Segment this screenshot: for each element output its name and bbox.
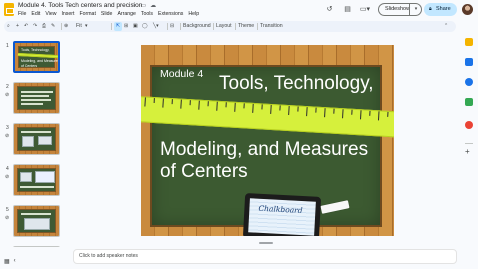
slide-thumbnail-2[interactable]	[13, 82, 60, 114]
menu-help[interactable]: Help	[188, 11, 199, 17]
link-icon: ⊘	[5, 174, 10, 180]
image-icon[interactable]: ▣	[133, 22, 138, 31]
slide-thumbnail-3[interactable]	[13, 123, 60, 155]
cloud-saved-icon[interactable]: ☁	[150, 2, 156, 9]
keep-icon[interactable]	[465, 38, 473, 46]
lock-icon: 🔒︎	[429, 6, 432, 12]
toolbar-divider	[213, 23, 214, 30]
text-box-icon[interactable]: ⊞	[124, 22, 128, 31]
comment-icon[interactable]: ⊟	[170, 22, 174, 31]
side-panel: +	[460, 24, 478, 269]
print-icon[interactable]: ⎙	[42, 22, 46, 31]
thumb-title: Tools, Technology,	[21, 48, 50, 52]
link-icon: ⊘	[5, 133, 10, 139]
link-icon: ⊘	[5, 215, 10, 221]
tasks-icon[interactable]	[465, 58, 473, 66]
menu-slide[interactable]: Slide	[101, 11, 113, 17]
slide-number: 5	[6, 207, 9, 213]
app-header: Module 4. Tools Tech centers and precisi…	[0, 0, 478, 21]
collapse-filmstrip-icon[interactable]: ‹	[14, 258, 16, 265]
slideshow-dropdown-icon[interactable]: ▾	[409, 3, 422, 16]
thumb-title: of Centers	[21, 64, 38, 68]
slides-logo-icon[interactable]	[4, 3, 14, 16]
layout-button[interactable]: Layout	[216, 22, 232, 31]
module-label[interactable]: Module 4	[160, 68, 203, 80]
paint-format-icon[interactable]: ✎	[51, 22, 55, 31]
panel-divider	[465, 143, 473, 144]
get-addons-icon[interactable]: +	[465, 148, 470, 156]
slide-thumbnail-4[interactable]	[13, 164, 60, 196]
menu-tools[interactable]: Tools	[141, 11, 153, 17]
collapse-toolbar-icon[interactable]: ⌃	[444, 22, 448, 31]
slide-title-line-2[interactable]: Modeling, and Measures	[160, 139, 368, 161]
document-title[interactable]: Module 4. Tools Tech centers and precisi…	[18, 2, 142, 9]
slide-number: 4	[6, 166, 9, 172]
toolbar-divider	[235, 23, 236, 30]
select-tool-icon[interactable]: ⇱	[114, 22, 122, 31]
menu-bar: File Edit View Insert Format Slide Arran…	[18, 11, 199, 17]
speaker-notes-placeholder[interactable]: Click to add speaker notes	[79, 253, 138, 259]
toolbar-divider	[111, 23, 112, 30]
slide-title-line-3[interactable]: of Centers	[160, 161, 248, 183]
slide-thumbnail-1[interactable]: Tools, Technology, Modeling, and Measure…	[13, 41, 60, 73]
grid-view-icon[interactable]: ▦	[4, 258, 10, 265]
filmstrip-view-controls: ▦ ‹	[4, 258, 16, 265]
slide-title-line-1[interactable]: Tools, Technology,	[219, 73, 374, 95]
slide-canvas[interactable]: Module 4 Tools, Technology, Modeling, an…	[141, 45, 394, 236]
zoom-select[interactable]: Fit	[76, 22, 82, 31]
toolbar: ⌕ + ↶ ↷ ⎙ ✎ ⊕ Fit ▾ ⇱ ⊞ ▣ ◯ ╲▾ ⊟ Backgro…	[4, 21, 456, 32]
history-icon[interactable]: ↺	[325, 5, 334, 14]
comments-icon[interactable]: ▤	[343, 5, 352, 14]
menu-extensions[interactable]: Extensions	[158, 11, 183, 17]
slide-number: 1	[6, 43, 9, 49]
maps-icon[interactable]	[465, 98, 473, 106]
move-folder-icon[interactable]: ▭	[140, 2, 146, 9]
speaker-notes[interactable]: Click to add speaker notes	[73, 249, 457, 264]
contacts-icon[interactable]	[465, 78, 473, 86]
add-slide-icon[interactable]: +	[16, 22, 19, 31]
theme-button[interactable]: Theme	[238, 22, 254, 31]
menu-arrange[interactable]: Arrange	[117, 11, 135, 17]
menu-file[interactable]: File	[18, 11, 26, 17]
toolbar-divider	[61, 23, 62, 30]
shape-icon[interactable]: ◯	[142, 22, 148, 31]
menu-edit[interactable]: Edit	[31, 11, 40, 17]
filmstrip: 1 Tools, Technology, Modeling, and Measu…	[0, 37, 66, 247]
title-icons: ☆ ▭ ☁	[131, 2, 156, 9]
toolbar-divider	[167, 23, 168, 30]
zoom-icon[interactable]: ⊕	[64, 22, 68, 31]
toolbar-divider	[257, 23, 258, 30]
line-icon[interactable]: ╲▾	[153, 22, 159, 31]
notes-resize-handle[interactable]	[259, 242, 273, 244]
background-button[interactable]: Background	[183, 22, 211, 31]
transition-button[interactable]: Transition	[260, 22, 283, 31]
slide-thumbnail-6[interactable]	[13, 246, 60, 247]
link-icon: ⊘	[5, 92, 10, 98]
star-icon[interactable]: ☆	[131, 2, 136, 9]
office-addon-icon[interactable]	[465, 121, 473, 129]
slide-number: 2	[6, 84, 9, 90]
undo-icon[interactable]: ↶	[24, 22, 28, 31]
meet-icon[interactable]: ▭▾	[358, 5, 372, 14]
toolbar-divider	[180, 23, 181, 30]
tablet-graphic: Chalkboard	[242, 193, 322, 236]
menu-view[interactable]: View	[45, 11, 56, 17]
slide-number: 3	[6, 125, 9, 131]
menu-format[interactable]: Format	[79, 11, 95, 17]
redo-icon[interactable]: ↷	[33, 22, 37, 31]
avatar[interactable]	[462, 4, 473, 15]
menu-insert[interactable]: Insert	[61, 11, 74, 17]
thumb-title: Modeling, and Measures	[21, 59, 60, 63]
zoom-dropdown-icon[interactable]: ▾	[85, 22, 88, 31]
search-menus-icon[interactable]: ⌕	[7, 22, 10, 31]
slide-thumbnail-5[interactable]	[13, 205, 60, 237]
